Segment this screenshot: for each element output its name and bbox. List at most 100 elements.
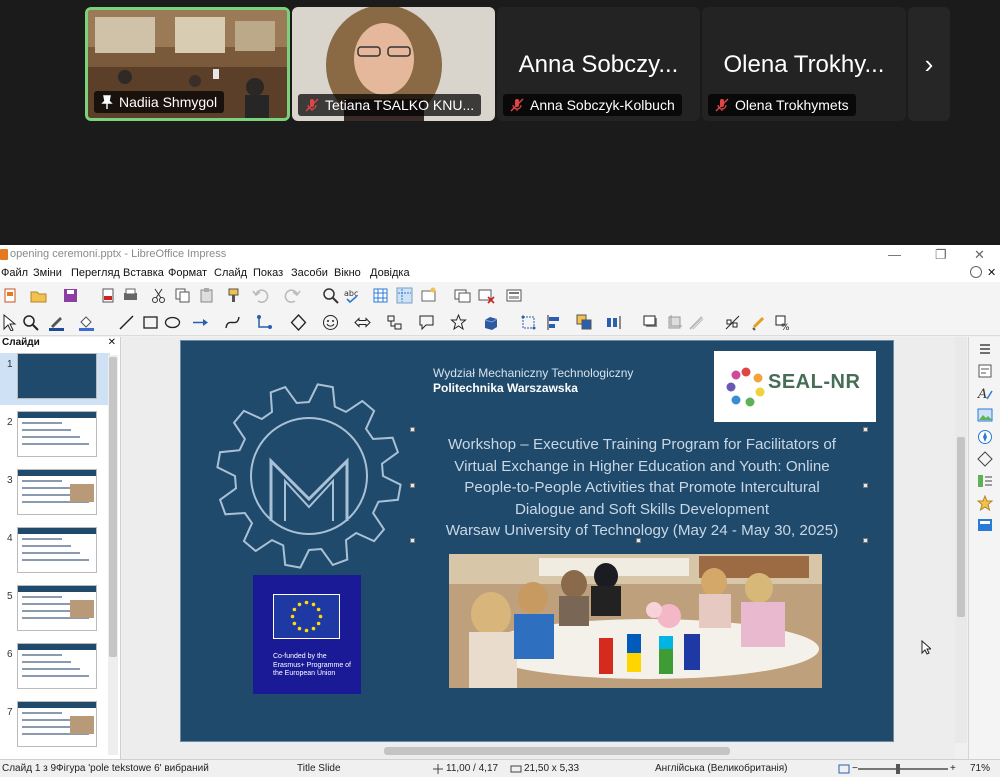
shapes-icon[interactable] (977, 451, 993, 467)
slide-thumbnail-5[interactable]: 5 (0, 585, 110, 637)
star-shapes-icon[interactable] (450, 314, 467, 331)
participant-tile-nadiia[interactable]: Nadiia Shmygol (85, 7, 290, 121)
menu-help[interactable]: Довідка (370, 267, 410, 279)
selection-handle[interactable] (410, 483, 415, 488)
zoom-slider-track[interactable] (858, 768, 948, 770)
glue-points-icon[interactable] (750, 314, 767, 331)
menu-edit[interactable]: Зміни (33, 267, 62, 279)
menu-insert[interactable]: Вставка (123, 267, 164, 279)
gallery-icon[interactable] (977, 407, 993, 423)
eu-cofunded-logo[interactable]: Co-funded by the Erasmus+ Programme of t… (253, 575, 361, 694)
find-replace-icon[interactable] (322, 287, 339, 304)
close-document-icon[interactable]: ✕ (987, 266, 996, 279)
zoom-pan-icon[interactable] (22, 314, 39, 331)
zoom-in-icon[interactable]: + (950, 763, 956, 774)
save-icon[interactable] (62, 287, 79, 304)
properties-icon[interactable] (977, 363, 993, 379)
menu-view[interactable]: Перегляд (71, 267, 120, 279)
edit-area-horizontal-scrollbar[interactable] (122, 743, 955, 759)
menu-format[interactable]: Формат (168, 267, 207, 279)
rectangle-tool-icon[interactable] (142, 314, 159, 331)
selection-handle[interactable] (410, 538, 415, 543)
scrollbar-thumb[interactable] (109, 357, 117, 657)
toggle-extrusion-icon[interactable]: % (774, 314, 791, 331)
crop-image-icon[interactable] (666, 314, 683, 331)
3d-objects-icon[interactable] (482, 314, 499, 331)
connector-tool-icon[interactable] (256, 314, 273, 331)
slide-thumbnail-1[interactable]: 1 (0, 353, 110, 405)
insert-image-icon[interactable] (420, 287, 437, 304)
slide-thumbnail-7[interactable]: 7 (0, 701, 110, 753)
slide-edit-area[interactable]: Wydział Mechaniczny Technologiczny Polit… (122, 337, 967, 743)
points-icon[interactable] (724, 314, 741, 331)
zoom-slider-handle[interactable] (896, 764, 900, 774)
select-arrow-icon[interactable] (1, 314, 18, 331)
workshop-photo[interactable] (449, 554, 822, 688)
styles-icon[interactable]: A (977, 385, 993, 401)
animation-icon[interactable] (977, 495, 993, 511)
selection-handle[interactable] (863, 483, 868, 488)
slide-transition-icon[interactable] (977, 473, 993, 489)
selection-handle[interactable] (863, 538, 868, 543)
restore-icon[interactable]: ❐ (935, 245, 947, 264)
master-slides-icon[interactable] (977, 517, 993, 533)
arrow-line-icon[interactable] (192, 314, 209, 331)
export-pdf-icon[interactable] (100, 287, 117, 304)
scrollbar-thumb[interactable] (957, 437, 965, 617)
helplines-icon[interactable] (396, 287, 413, 304)
shadow-icon[interactable] (642, 314, 659, 331)
selection-handle[interactable] (863, 427, 868, 432)
display-grid-icon[interactable] (372, 287, 389, 304)
delete-slide-icon[interactable] (478, 287, 495, 304)
slide-thumbnail-3[interactable]: 3 (0, 469, 110, 521)
slide-thumbnail-4[interactable]: 4 (0, 527, 110, 579)
ellipse-tool-icon[interactable] (164, 314, 181, 331)
close-pane-icon[interactable]: ✕ (108, 337, 116, 348)
cut-icon[interactable] (150, 287, 167, 304)
navigator-icon[interactable] (977, 429, 993, 445)
menu-window[interactable]: Вікно (334, 267, 361, 279)
menu-tools[interactable]: Засоби (291, 267, 328, 279)
basic-shapes-icon[interactable] (290, 314, 307, 331)
globe-icon[interactable] (970, 266, 982, 278)
arrange-icon[interactable] (576, 314, 593, 331)
next-participants-button[interactable]: › (908, 7, 950, 121)
faculty-caption[interactable]: Wydział Mechaniczny Technologiczny Polit… (433, 366, 633, 396)
current-slide[interactable]: Wydział Mechaniczny Technologiczny Polit… (180, 340, 894, 742)
zoom-out-icon[interactable]: − (852, 763, 858, 774)
filter-icon[interactable] (688, 314, 705, 331)
participant-tile-olena[interactable]: Olena Trokhy... Olena Trokhymets (702, 7, 906, 121)
selection-handle[interactable] (410, 427, 415, 432)
minimize-icon[interactable]: — (888, 245, 901, 264)
fit-slide-icon[interactable] (838, 763, 850, 775)
participant-tile-tetiana[interactable]: Tetiana TSALKO KNU... (292, 7, 495, 121)
slide-title-textbox[interactable]: Workshop – Executive Training Program fo… (417, 434, 867, 542)
status-zoom[interactable]: 71% (970, 763, 990, 774)
selection-handle[interactable] (636, 538, 641, 543)
symbol-shapes-icon[interactable] (322, 314, 339, 331)
menu-show[interactable]: Показ (253, 267, 283, 279)
distribute-icon[interactable] (606, 314, 623, 331)
slide-thumbnail-2[interactable]: 2 (0, 411, 110, 463)
start-slideshow-icon[interactable] (454, 287, 471, 304)
edit-area-vertical-scrollbar[interactable] (955, 337, 967, 743)
align-objects-icon[interactable] (546, 314, 563, 331)
curve-tool-icon[interactable] (224, 314, 241, 331)
scrollbar-thumb[interactable] (384, 747, 730, 755)
flowchart-icon[interactable] (386, 314, 403, 331)
line-tool-icon[interactable] (118, 314, 135, 331)
copy-icon[interactable] (174, 287, 191, 304)
participant-tile-anna[interactable]: Anna Sobczy... Anna Sobczyk-Kolbuch (497, 7, 700, 121)
callout-icon[interactable] (418, 314, 435, 331)
status-language[interactable]: Англійська (Великобританія) (655, 763, 788, 774)
paste-icon[interactable] (198, 287, 215, 304)
print-icon[interactable] (122, 287, 139, 304)
redo-icon[interactable] (284, 287, 301, 304)
spelling-icon[interactable]: abc (344, 287, 361, 304)
fill-color-icon[interactable] (78, 314, 95, 331)
menu-file[interactable]: Файл (1, 267, 28, 279)
menu-slide[interactable]: Слайд (214, 267, 247, 279)
slide-thumbnail-6[interactable]: 6 (0, 643, 110, 695)
rotate-icon[interactable] (520, 314, 537, 331)
slides-pane-scrollbar[interactable] (108, 355, 118, 755)
